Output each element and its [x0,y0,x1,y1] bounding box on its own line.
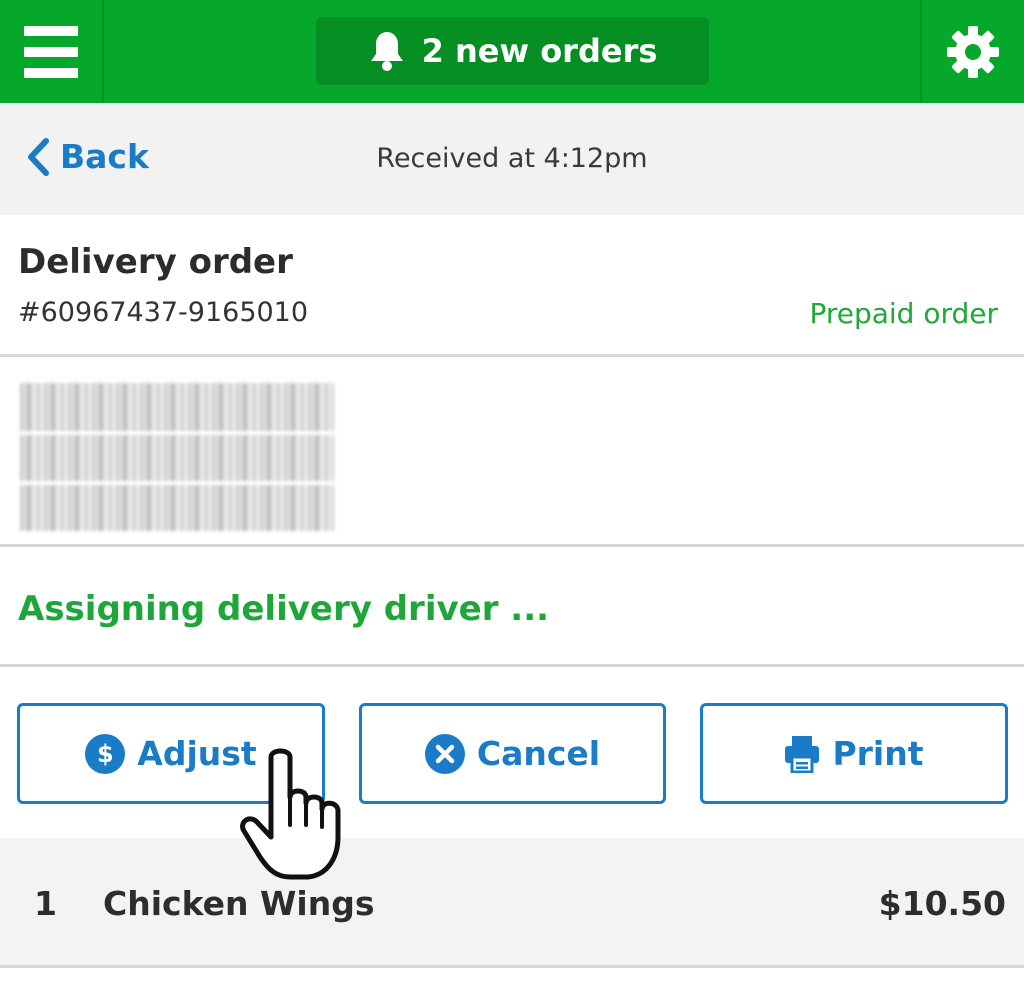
bell-icon [370,32,403,71]
order-header: Delivery order #60967437-9165010 Prepaid… [0,215,1024,357]
gear-icon [947,25,999,78]
item-quantity: 1 [34,884,57,923]
cancel-label: Cancel [476,734,601,773]
item-price: $10.50 [878,884,1006,923]
hamburger-menu-icon [24,25,78,78]
delivery-status: Assigning delivery driver ... [18,589,550,629]
x-circle-icon [424,733,465,774]
settings-button[interactable] [920,0,1024,103]
new-orders-label: 2 new orders [421,32,658,70]
new-orders-button[interactable]: 2 new orders [316,17,709,85]
received-time: Received at 4:12pm [376,143,648,174]
customer-info-section [0,357,1024,547]
payment-status: Prepaid order [809,297,998,330]
delivery-status-section: Assigning delivery driver ... [0,547,1024,667]
print-button[interactable]: Print [700,703,1008,804]
redacted-customer-info [20,383,334,531]
printer-icon [785,735,820,773]
print-label: Print [832,734,924,773]
item-name: Chicken Wings [103,884,375,923]
order-title: Delivery order [18,242,293,282]
cancel-button[interactable]: Cancel [359,703,666,804]
adjust-label: Adjust [137,734,257,773]
menu-button[interactable] [0,0,104,103]
dollar-circle-icon: $ [85,733,126,774]
top-bar: 2 new orders [0,0,1024,103]
list-item[interactable]: 1 Chicken Wings $10.50 [0,838,1024,968]
adjust-button[interactable]: $ Adjust [17,703,325,804]
sub-header: Back Received at 4:12pm [0,103,1024,215]
order-number: #60967437-9165010 [18,297,309,328]
